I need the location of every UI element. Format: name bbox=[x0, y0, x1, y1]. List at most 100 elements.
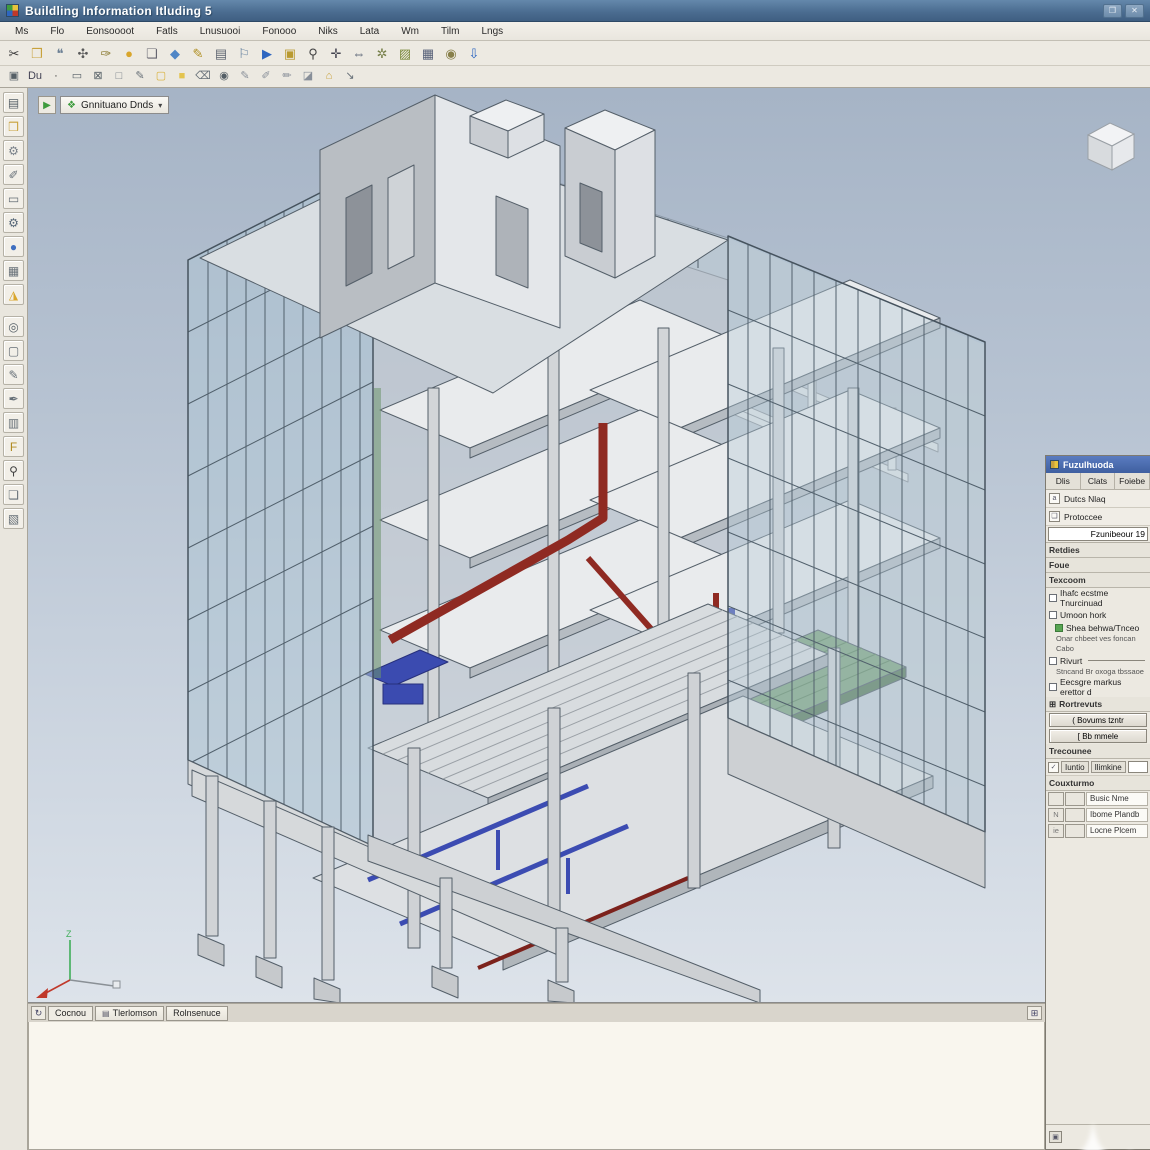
resource-input[interactable] bbox=[1128, 761, 1148, 773]
bulb-icon[interactable]: ● bbox=[3, 236, 24, 257]
panel-action-button[interactable]: ( Bovums tzntr bbox=[1049, 713, 1147, 727]
pan-icon[interactable]: ✛ bbox=[325, 43, 347, 64]
new-document-icon[interactable]: ❏ bbox=[141, 43, 163, 64]
units-icon[interactable]: Du bbox=[25, 68, 45, 86]
folder-view-icon[interactable]: ▣ bbox=[279, 43, 301, 64]
checkbox[interactable] bbox=[1049, 594, 1057, 602]
circle-tool-icon[interactable]: ◎ bbox=[3, 316, 24, 337]
screwdriver-icon[interactable]: ✒ bbox=[3, 388, 24, 409]
menu-item[interactable]: Ms bbox=[4, 24, 39, 39]
render-sphere-icon[interactable]: ● bbox=[118, 43, 140, 64]
comment-icon[interactable]: ❝ bbox=[49, 43, 71, 64]
dropdown-dot-icon[interactable]: · bbox=[46, 68, 66, 86]
menu-item[interactable]: Fatls bbox=[145, 24, 189, 39]
view-tab-1[interactable]: Cocnou bbox=[48, 1006, 93, 1021]
measure-icon[interactable]: ◪ bbox=[298, 68, 318, 86]
section-header[interactable]: Texcoom bbox=[1046, 573, 1150, 588]
menu-item[interactable]: Tilm bbox=[430, 24, 471, 39]
section-header[interactable]: Foue bbox=[1046, 558, 1150, 573]
section-header[interactable]: Trecounee bbox=[1046, 744, 1150, 759]
export-icon[interactable]: ⇩ bbox=[463, 43, 485, 64]
stamp-icon[interactable]: ◉ bbox=[440, 43, 462, 64]
doc-icon[interactable]: ❏ bbox=[3, 484, 24, 505]
refresh-icon[interactable]: ↻ bbox=[31, 1006, 46, 1020]
snap-icon[interactable]: ✣ bbox=[72, 43, 94, 64]
search-icon[interactable]: ⚲ bbox=[3, 460, 24, 481]
section-header[interactable]: ⊞ Rortrevuts bbox=[1046, 697, 1150, 712]
home-icon[interactable]: ⌂ bbox=[319, 68, 339, 86]
box-tool-icon[interactable]: ▢ bbox=[3, 340, 24, 361]
resource-cell[interactable]: Ilimkine bbox=[1091, 761, 1126, 773]
menu-item[interactable]: Niks bbox=[307, 24, 348, 39]
menu-item[interactable]: Fonooo bbox=[251, 24, 307, 39]
note-icon[interactable]: ✎ bbox=[130, 68, 150, 86]
grid-small-icon[interactable]: ▣ bbox=[4, 68, 24, 86]
family-icon[interactable]: F bbox=[3, 436, 24, 457]
checkbox[interactable] bbox=[1049, 683, 1057, 691]
close-window-button[interactable]: ✕ bbox=[1125, 4, 1144, 18]
grid-view-icon[interactable]: ⊞ bbox=[1027, 1006, 1042, 1020]
checkbox-row[interactable]: Ihafc ecstme Tnurcinuad bbox=[1046, 588, 1150, 608]
panel-tab-1[interactable]: Dlis bbox=[1046, 473, 1081, 489]
grid-row[interactable]: N Ibome Plandb bbox=[1046, 807, 1150, 823]
sketch-pen-icon[interactable]: ✎ bbox=[235, 68, 255, 86]
checkbox-row[interactable]: Rivurt bbox=[1046, 654, 1150, 667]
flag-icon[interactable]: ⚐ bbox=[233, 43, 255, 64]
close-box-icon[interactable]: ⊠ bbox=[88, 68, 108, 86]
checkbox-checked[interactable] bbox=[1055, 624, 1063, 632]
bucket-icon[interactable]: ▢ bbox=[151, 68, 171, 86]
stamp-small-icon[interactable]: ◉ bbox=[214, 68, 234, 86]
open-folder-icon[interactable]: ❒ bbox=[26, 43, 48, 64]
eraser-icon[interactable]: ⌫ bbox=[193, 68, 213, 86]
menu-item[interactable]: Flo bbox=[39, 24, 75, 39]
panel-action-button[interactable]: [ Bb mmele bbox=[1049, 729, 1147, 743]
checkbox-row[interactable]: Umoon hork bbox=[1046, 608, 1150, 621]
panel-tab-3[interactable]: Foiebe bbox=[1115, 473, 1150, 489]
view-selector-dropdown[interactable]: ❖ Gnnituano Dnds ▾ bbox=[60, 96, 169, 114]
warning-doc-icon[interactable]: ◮ bbox=[3, 284, 24, 305]
clipboard-icon[interactable]: ▤ bbox=[210, 43, 232, 64]
bottom-detail-pane[interactable] bbox=[28, 1022, 1045, 1150]
panel-list-item[interactable]: a Dutcs Nlaq bbox=[1046, 490, 1150, 508]
properties-icon[interactable]: ▤ bbox=[3, 92, 24, 113]
modify-icon[interactable]: ✐ bbox=[3, 164, 24, 185]
gears-icon[interactable]: ⚙ bbox=[3, 212, 24, 233]
layout-icon[interactable]: ▭ bbox=[67, 68, 87, 86]
panel-list-item[interactable]: ❑ Protoccee bbox=[1046, 508, 1150, 526]
checkbox[interactable] bbox=[1049, 611, 1057, 619]
settings-icon[interactable]: ⚙ bbox=[3, 140, 24, 161]
grid-row[interactable]: ie Locne Plcem bbox=[1046, 823, 1150, 839]
view-tab-2[interactable]: ▤Tlerlomson bbox=[95, 1006, 164, 1021]
view-tab-3[interactable]: Rolnsenuce bbox=[166, 1006, 228, 1021]
menu-item[interactable]: Eonsoooot bbox=[75, 24, 145, 39]
section-header[interactable]: Retdies bbox=[1046, 543, 1150, 558]
name-field[interactable] bbox=[1048, 527, 1148, 541]
draw-icon[interactable]: ✎ bbox=[3, 364, 24, 385]
swatch-icon[interactable]: ■ bbox=[172, 68, 192, 86]
menu-item[interactable]: Lngs bbox=[470, 24, 514, 39]
pointer-icon[interactable]: ↘ bbox=[340, 68, 360, 86]
section-header[interactable]: Couxturmo bbox=[1046, 776, 1150, 791]
material-icon[interactable]: ◆ bbox=[164, 43, 186, 64]
fit-view-icon[interactable]: ⇔ bbox=[348, 43, 370, 64]
chart-icon[interactable]: ▧ bbox=[3, 508, 24, 529]
bim-3d-building-model[interactable]: Z bbox=[28, 88, 1150, 1003]
play-view-button[interactable]: ▶ bbox=[38, 96, 56, 114]
menu-item[interactable]: Lata bbox=[349, 24, 390, 39]
cut-icon[interactable]: ✂ bbox=[3, 43, 25, 64]
panel-tab-2[interactable]: Clats bbox=[1081, 473, 1116, 489]
panel-icon[interactable]: ▦ bbox=[3, 260, 24, 281]
sketch-marker-icon[interactable]: ✏ bbox=[277, 68, 297, 86]
run-icon[interactable]: ▶ bbox=[256, 43, 278, 64]
grid-row[interactable]: Busic Nme bbox=[1046, 791, 1150, 807]
image-icon[interactable]: ▨ bbox=[394, 43, 416, 64]
view-cube-icon[interactable] bbox=[1088, 123, 1134, 170]
zoom-icon[interactable]: ⚲ bbox=[302, 43, 324, 64]
blank-icon[interactable]: □ bbox=[109, 68, 129, 86]
select-box-icon[interactable]: ▭ bbox=[3, 188, 24, 209]
pencil-icon[interactable]: ✎ bbox=[187, 43, 209, 64]
sketch-pencil-icon[interactable]: ✐ bbox=[256, 68, 276, 86]
model-viewport[interactable]: Z ▶ ❖ Gnnituano Dnds ▾ bbox=[28, 88, 1150, 1003]
checkbox-row[interactable]: Shea behwa/Tnceo bbox=[1046, 621, 1150, 634]
properties-panel-header[interactable]: Fuzulhuoda bbox=[1046, 456, 1150, 473]
